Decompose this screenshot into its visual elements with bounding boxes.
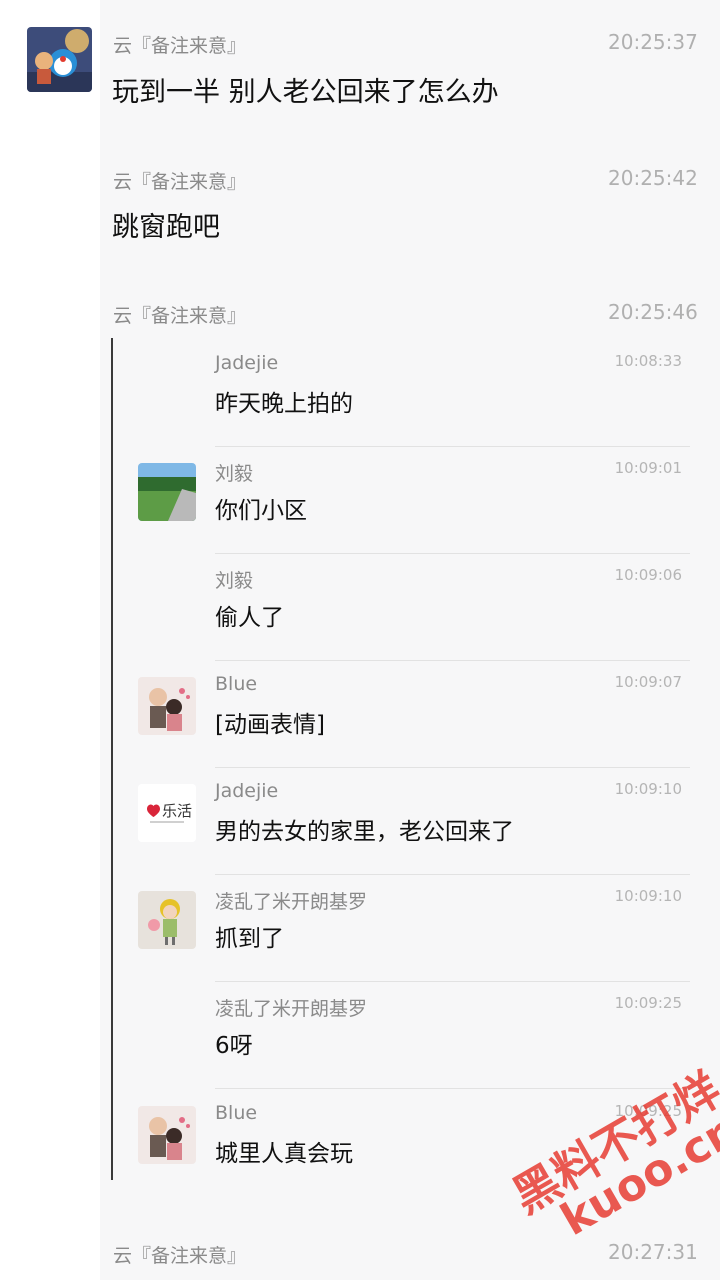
forwarded-sender: 凌乱了米开朗基罗 xyxy=(215,891,368,913)
message-time: 20:25:42 xyxy=(608,166,698,190)
forwarded-item[interactable]: Blue 10:09:07 [动画表情] xyxy=(120,661,690,768)
forwarded-text: 男的去女的家里，老公回来了 xyxy=(215,819,514,845)
forwarded-time: 10:08:33 xyxy=(614,352,682,370)
forwarded-item[interactable]: 刘毅 10:09:01 你们小区 xyxy=(120,447,690,554)
forwarded-time: 10:09:06 xyxy=(614,566,682,584)
forwarded-text: 6呀 xyxy=(215,1033,253,1059)
forwarded-time: 10:09:25 xyxy=(614,994,682,1012)
message-sender: 云『备注来意』 xyxy=(113,1245,247,1267)
message-time: 20:25:37 xyxy=(608,30,698,54)
couple-illustration-avatar xyxy=(138,677,196,735)
forwarded-sender: Blue xyxy=(215,1102,258,1124)
forwarded-text: 城里人真会玩 xyxy=(215,1141,353,1167)
divider xyxy=(215,1088,690,1089)
girl-illustration-avatar xyxy=(138,891,196,949)
forwarded-time: 10:09:10 xyxy=(614,780,682,798)
lehuo-logo-text: 乐活 xyxy=(162,802,192,820)
forwarded-text: 你们小区 xyxy=(215,498,307,524)
forwarded-sender: 刘毅 xyxy=(215,463,254,485)
message-sender: 云『备注来意』 xyxy=(113,305,247,327)
forwarded-time: 10:09:07 xyxy=(614,673,682,691)
lehuo-logo-avatar: 乐活 xyxy=(138,784,196,842)
forwarded-item[interactable]: 凌乱了米开朗基罗 10:09:25 6呀 xyxy=(120,982,690,1089)
forwarded-text: [动画表情] xyxy=(215,712,325,738)
forwarded-time: 10:09:10 xyxy=(614,887,682,905)
message-time: 20:25:46 xyxy=(608,300,698,324)
forwarded-sender: 凌乱了米开朗基罗 xyxy=(215,998,368,1020)
message-text[interactable]: 玩到一半 别人老公回来了怎么办 xyxy=(112,70,499,109)
forwarded-item[interactable]: 凌乱了米开朗基罗 10:09:10 抓到了 xyxy=(120,875,690,982)
user-avatar[interactable] xyxy=(27,27,92,92)
forwarded-sender: 刘毅 xyxy=(215,570,254,592)
forwarded-sender: Blue xyxy=(215,673,258,695)
couple-illustration-avatar xyxy=(138,1106,196,1164)
message-time: 20:27:31 xyxy=(608,1240,698,1264)
quote-bar xyxy=(111,338,113,1180)
forwarded-item[interactable]: Blue 10:09:25 城里人真会玩 xyxy=(120,1090,690,1197)
forwarded-item[interactable]: Jadejie 10:08:33 昨天晚上拍的 xyxy=(120,340,690,447)
message-text[interactable]: 跳窗跑吧 xyxy=(112,205,220,244)
forwarded-text: 昨天晚上拍的 xyxy=(215,391,353,417)
message-sender: 云『备注来意』 xyxy=(113,171,247,193)
forwarded-sender: Jadejie xyxy=(215,352,279,374)
road-photo-avatar xyxy=(138,463,196,521)
forwarded-sender: Jadejie xyxy=(215,780,279,802)
forwarded-item[interactable]: 乐活 Jadejie 10:09:10 男的去女的家里，老公回来了 xyxy=(120,768,690,875)
message-sender: 云『备注来意』 xyxy=(113,35,247,57)
forwarded-item[interactable]: 刘毅 10:09:06 偷人了 xyxy=(120,554,690,661)
forwarded-time: 10:09:25 xyxy=(614,1102,682,1120)
forwarded-text: 抓到了 xyxy=(215,926,284,952)
forwarded-time: 10:09:01 xyxy=(614,459,682,477)
forwarded-text: 偷人了 xyxy=(215,605,284,631)
